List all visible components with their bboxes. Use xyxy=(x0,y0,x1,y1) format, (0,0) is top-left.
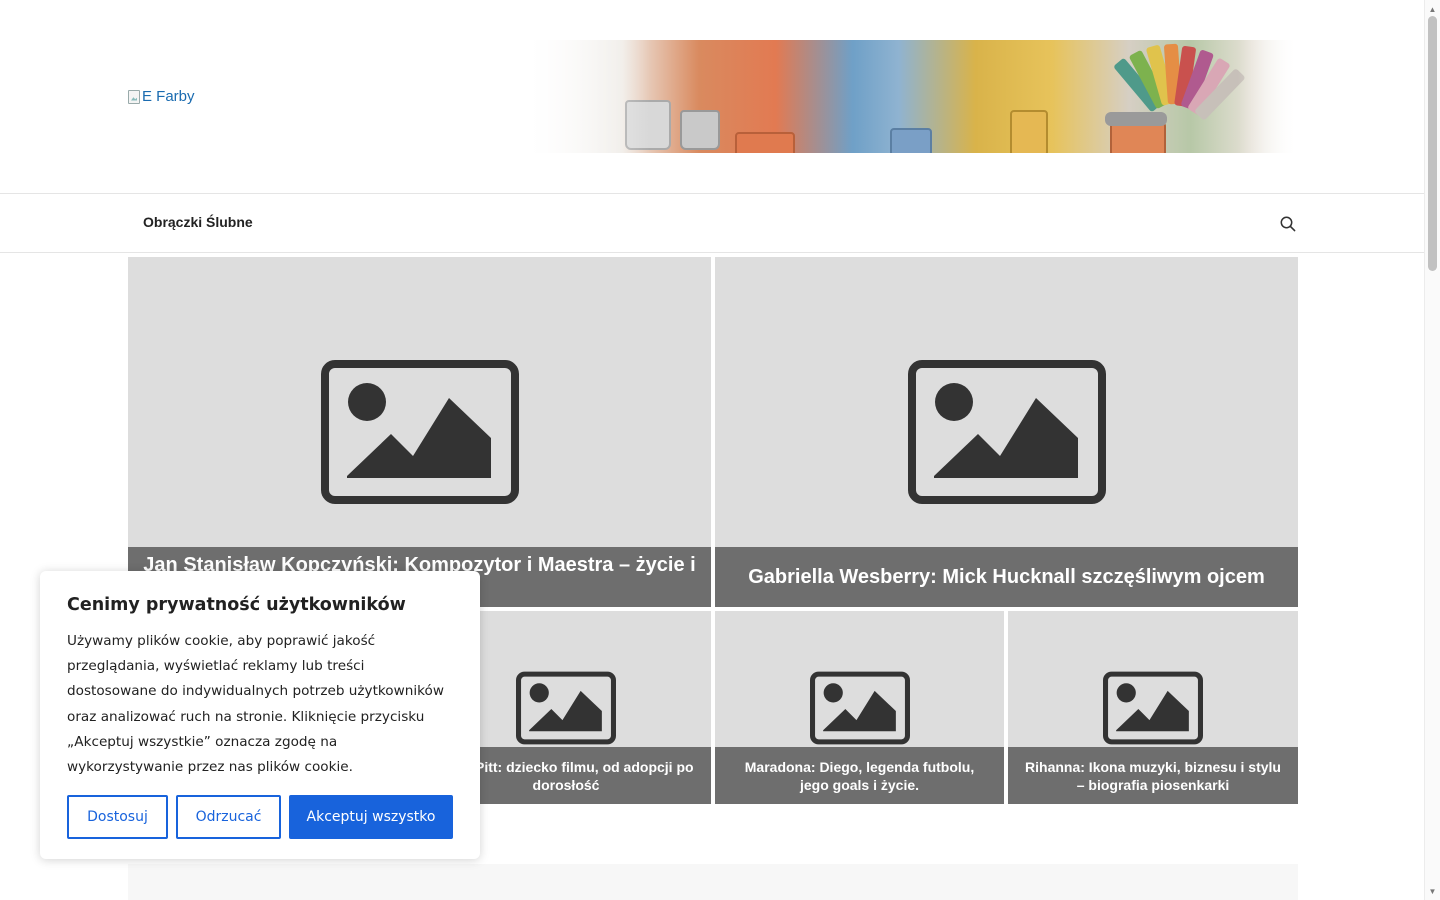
site-logo-link[interactable]: E Farby xyxy=(128,88,195,105)
banner-fade xyxy=(1238,40,1298,153)
nav-item-obraczki-slubne[interactable]: Obrączki Ślubne xyxy=(143,214,253,230)
header-banner-image xyxy=(530,40,1298,153)
accept-all-button[interactable]: Akceptuj wszystko xyxy=(289,795,453,839)
vertical-scrollbar[interactable]: ▲ ▼ xyxy=(1424,0,1440,900)
scrollbar-thumb[interactable] xyxy=(1428,16,1437,271)
content-section xyxy=(128,864,1298,900)
image-placeholder-icon xyxy=(907,360,1106,504)
featured-post-card[interactable]: Gabriella Wesberry: Mick Hucknall szczęś… xyxy=(715,257,1298,607)
search-icon xyxy=(1280,216,1296,232)
broken-image-icon xyxy=(128,89,140,104)
cookie-buttons: Dostosuj Odrzucać Akceptuj wszystko xyxy=(67,795,453,839)
site-logo-alt-text: E Farby xyxy=(142,88,195,105)
customize-button[interactable]: Dostosuj xyxy=(67,795,168,839)
scroll-up-arrow-icon[interactable]: ▲ xyxy=(1425,2,1440,16)
search-button[interactable] xyxy=(1278,214,1298,234)
cookie-description: Używamy plików cookie, aby poprawić jako… xyxy=(67,633,444,776)
cookie-consent-banner: Cenimy prywatność użytkowników Używamy p… xyxy=(40,571,480,859)
paint-can-decoration xyxy=(680,110,720,150)
image-placeholder-icon xyxy=(516,671,616,745)
scroll-down-arrow-icon[interactable]: ▼ xyxy=(1425,884,1440,898)
paint-can-decoration xyxy=(1010,110,1048,153)
image-placeholder-icon xyxy=(320,360,519,504)
paint-can-decoration xyxy=(1110,122,1166,153)
paint-can-decoration xyxy=(735,132,795,153)
featured-post-card[interactable]: Jan Stanisław Kopczyński: Kompozytor i M… xyxy=(128,257,711,607)
cookie-title: Cenimy prywatność użytkowników xyxy=(67,595,406,615)
image-placeholder-icon xyxy=(1103,671,1203,745)
image-placeholder-icon xyxy=(809,671,910,745)
main-navigation: Obrączki Ślubne xyxy=(0,194,1424,253)
paint-can-decoration xyxy=(1105,112,1167,126)
post-title: Maradona: Diego, legenda futbolu, jego g… xyxy=(715,747,1004,804)
site-header: E Farby xyxy=(0,0,1424,194)
post-title: Rihanna: Ikona muzyki, biznesu i stylu –… xyxy=(1008,747,1298,804)
reject-button[interactable]: Odrzucać xyxy=(176,795,281,839)
paint-can-decoration xyxy=(890,128,932,153)
featured-post-title: Gabriella Wesberry: Mick Hucknall szczęś… xyxy=(715,547,1298,607)
post-card[interactable]: Rihanna: Ikona muzyki, biznesu i stylu –… xyxy=(1008,611,1298,804)
post-card[interactable]: Maradona: Diego, legenda futbolu, jego g… xyxy=(715,611,1004,804)
page: E Farby Obrączki Ślubne Jan Stanisław Ko… xyxy=(0,0,1424,900)
banner-fade xyxy=(530,40,650,153)
